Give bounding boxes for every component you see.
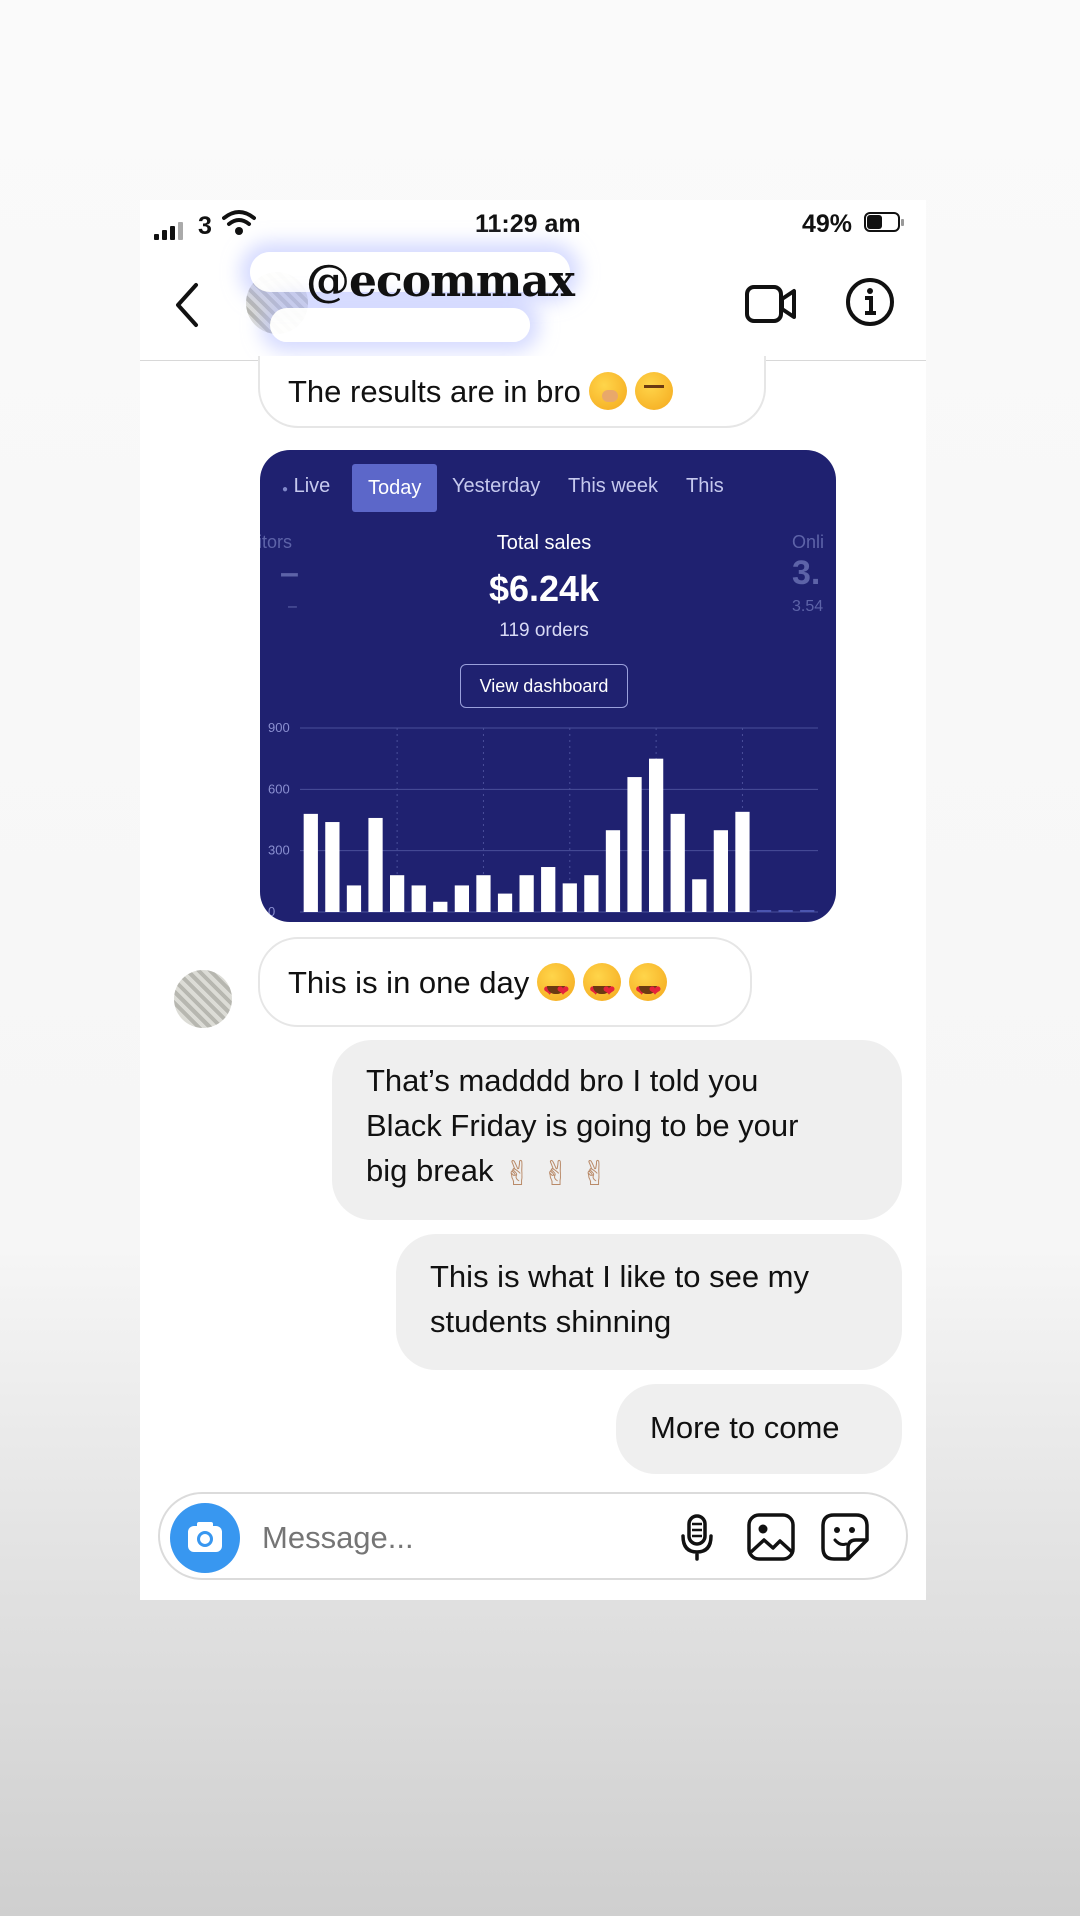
y-tick-label: 0 [268,904,275,919]
bar [411,885,426,912]
bar [497,893,513,912]
heart-eyes-emoji-icon [629,963,668,1014]
y-tick-label: 900 [268,720,290,735]
bar [476,875,491,912]
message-text: More to come [650,1410,840,1445]
victory-hand-emoji-icon: ✌ [542,1154,571,1194]
battery-icon [864,212,906,234]
bar [649,758,664,912]
bar [605,830,621,912]
username[interactable]: @ecommax [306,256,575,307]
bar [670,813,685,912]
y-tick-label: 600 [268,781,290,796]
bar [584,875,599,912]
info-icon[interactable] [844,276,896,333]
message-line: This is what I like to see my [430,1259,810,1294]
redaction-scribble [270,308,530,342]
online-value: 3. [792,554,821,592]
bar [562,883,577,912]
message-text: This is in one day [288,965,530,1000]
smirk-emoji-icon [634,372,673,410]
battery-percent: 49% [802,210,853,238]
incoming-message[interactable]: This is in one day [258,937,752,1027]
heart-eyes-emoji-icon [583,963,622,1014]
bar [325,822,340,912]
y-tick-label: 300 [268,843,290,858]
back-button[interactable] [170,280,206,330]
bar [519,875,534,912]
microphone-icon[interactable] [672,1512,722,1562]
tab-today: Today [352,464,438,512]
video-call-icon[interactable] [744,282,798,331]
tab-this-week: This week [568,475,659,497]
heart-eyes-emoji-icon [537,963,576,1014]
orders-count: 119 orders [499,620,589,641]
message-line: students shinning [430,1304,672,1339]
signal-icon [154,222,184,240]
total-sales-label: Total sales [496,532,592,554]
bar [390,875,405,912]
view-dashboard-button: View dashboard [460,664,628,708]
camera-button[interactable] [170,1503,240,1573]
victory-hand-emoji-icon: ✌ [503,1154,533,1194]
bar [692,879,707,912]
outgoing-message[interactable]: More to come [616,1384,902,1474]
outgoing-message[interactable]: This is what I like to see my students s… [396,1234,902,1370]
hand-over-mouth-emoji-icon [588,372,627,410]
camera-icon [188,1522,222,1552]
online-label: Onli [792,532,825,552]
message-line: Black Friday is going to be your [366,1108,799,1143]
clock: 11:29 am [475,210,581,238]
outgoing-message[interactable]: That’s madddd bro I told you Black Frida… [332,1040,902,1220]
message-line: big break [366,1153,494,1188]
sticker-icon[interactable] [820,1512,870,1562]
bar [368,817,383,912]
bar [303,813,318,912]
bar [433,901,448,912]
carrier-label: 3 [198,212,212,240]
victory-hand-emoji-icon: ✌ [580,1154,610,1194]
wifi-icon [222,208,256,243]
bar [627,777,642,912]
bar [713,830,728,912]
incoming-message[interactable]: The results are in bro [258,356,766,428]
hourly-sales-chart: 03006009004 AM8 AM12 PM4 PM8 PM [268,720,818,919]
message-input[interactable] [260,1512,644,1564]
bar [541,867,556,912]
gallery-icon[interactable] [746,1512,796,1562]
instagram-dm-screen: 3 11:29 am 49% @ecommax The results are … [140,200,926,1600]
tab-live: ● Live [282,475,331,497]
total-sales-value: $6.24k [488,568,600,609]
message-text: The results are in bro [288,374,581,409]
message-composer [158,1492,908,1580]
online-sub: 3.54 [792,598,824,615]
tab-yesterday: Yesterday [452,475,541,497]
bar [346,885,362,912]
tab-this-month: This [686,475,724,497]
sender-avatar[interactable] [174,970,232,1028]
message-line: That’s madddd bro I told you [366,1063,759,1098]
bar [454,885,469,912]
bar [735,811,750,912]
sales-dashboard-image[interactable]: ● Live Today Yesterday This week This it… [260,450,836,922]
